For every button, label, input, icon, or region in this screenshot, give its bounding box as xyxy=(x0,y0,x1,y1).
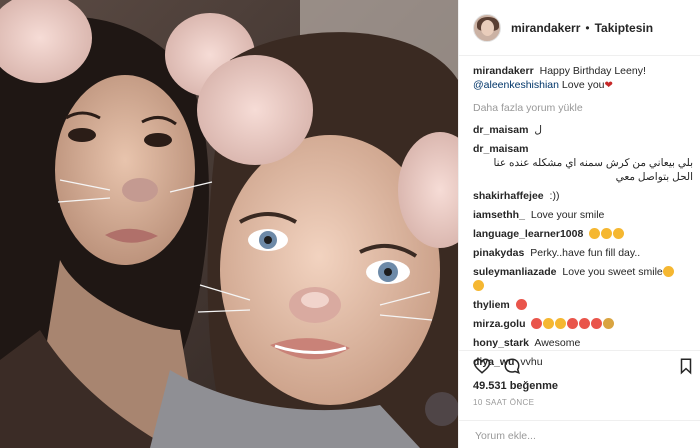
comment-item: dr_maisam ل xyxy=(473,123,693,137)
comment-username[interactable]: hony_stark xyxy=(473,337,529,349)
caption: mirandakerr Happy Birthday Leeny! @aleen… xyxy=(473,64,693,93)
add-comment-input[interactable] xyxy=(473,427,677,445)
comment-item: language_learner1008 xyxy=(473,227,693,241)
comment-text: Perky..have fun fill day.. xyxy=(530,247,641,259)
smile-emoji-icon xyxy=(601,228,613,239)
comment-item: dr_maisam بلي بيعاني من كرش سمنه اي مشكل… xyxy=(473,142,693,184)
comment-username[interactable]: suleymanliazade xyxy=(473,266,556,278)
comment-username[interactable]: mirza.golu xyxy=(473,318,526,330)
caption-mention[interactable]: @aleenkeshishian xyxy=(473,79,559,91)
comment-item: iamsethh_ Love your smile xyxy=(473,208,693,222)
caption-text: Happy Birthday Leeny! xyxy=(539,65,646,77)
comments-list: mirandakerr Happy Birthday Leeny! @aleen… xyxy=(473,64,693,374)
comment-username[interactable]: pinakydas xyxy=(473,247,524,259)
smile-emoji-icon xyxy=(662,266,674,277)
header-separator: • xyxy=(585,20,590,35)
bookmark-icon[interactable] xyxy=(677,357,695,375)
heart-eyes-emoji-icon xyxy=(515,299,527,310)
post-actions-bar xyxy=(459,350,700,376)
post-photo[interactable] xyxy=(0,0,458,448)
victory-hand-emoji-icon xyxy=(603,318,615,329)
smile-emoji-icon xyxy=(473,280,484,291)
comment-text: Awesome xyxy=(534,337,581,349)
comment-username[interactable]: dr_maisam xyxy=(473,143,528,155)
header-username[interactable]: mirandakerr xyxy=(511,21,580,35)
comment-item: suleymanliazade Love you sweet smile xyxy=(473,265,693,293)
selfie-image xyxy=(0,0,458,448)
caption-text-2: Love you xyxy=(561,79,605,91)
comment-item: pinakydas Perky..have fun fill day.. xyxy=(473,246,693,260)
heart-emoji-icon: ❤ xyxy=(604,80,613,91)
comment-item: shakirhaffejee :)) xyxy=(473,189,693,203)
post-side-panel: mirandakerr • Takiptesin mirandakerr Hap… xyxy=(458,0,700,448)
comment-text: Love your smile xyxy=(530,209,605,221)
avatar[interactable] xyxy=(473,13,501,42)
heart-icon[interactable] xyxy=(473,357,491,375)
load-more-comments-link[interactable]: Daha fazla yorum yükle xyxy=(473,101,693,115)
heart-eyes-emoji-icon xyxy=(591,318,603,329)
comment-username[interactable]: thyliem xyxy=(473,299,510,311)
likes-count[interactable]: 49.531 beğenme xyxy=(473,380,558,392)
heart-eyes-emoji-icon xyxy=(567,318,579,329)
post-timestamp: 10 SAAT ÖNCE xyxy=(473,398,535,407)
heart-eyes-emoji-icon xyxy=(531,318,543,329)
add-comment-bar xyxy=(459,420,700,448)
comment-text: بلي بيعاني من كرش سمنه اي مشكله عنده عنا… xyxy=(493,157,693,183)
post-header: mirandakerr • Takiptesin xyxy=(459,0,700,56)
smile-emoji-icon xyxy=(543,318,555,329)
watermark-logo xyxy=(425,392,458,426)
comment-item: hony_stark Awesome xyxy=(473,336,693,350)
following-button[interactable]: Takiptesin xyxy=(595,21,653,35)
heart-eyes-emoji-icon xyxy=(579,318,591,329)
smile-emoji-icon xyxy=(589,228,601,239)
comment-text: :)) xyxy=(549,190,560,202)
caption-username[interactable]: mirandakerr xyxy=(473,65,534,77)
comment-username[interactable]: shakirhaffejee xyxy=(473,190,544,202)
comment-item: thyliem xyxy=(473,298,693,312)
comment-username[interactable]: dr_maisam xyxy=(473,124,528,136)
comment-item: mirza.golu xyxy=(473,317,693,331)
comment-username[interactable]: language_learner1008 xyxy=(473,228,583,240)
comment-text: Love you sweet smile xyxy=(562,266,663,278)
comment-icon[interactable] xyxy=(503,357,521,375)
smile-emoji-icon xyxy=(555,318,567,329)
smile-emoji-icon xyxy=(613,228,625,239)
comment-text: ل xyxy=(534,124,543,136)
comment-username[interactable]: iamsethh_ xyxy=(473,209,525,221)
